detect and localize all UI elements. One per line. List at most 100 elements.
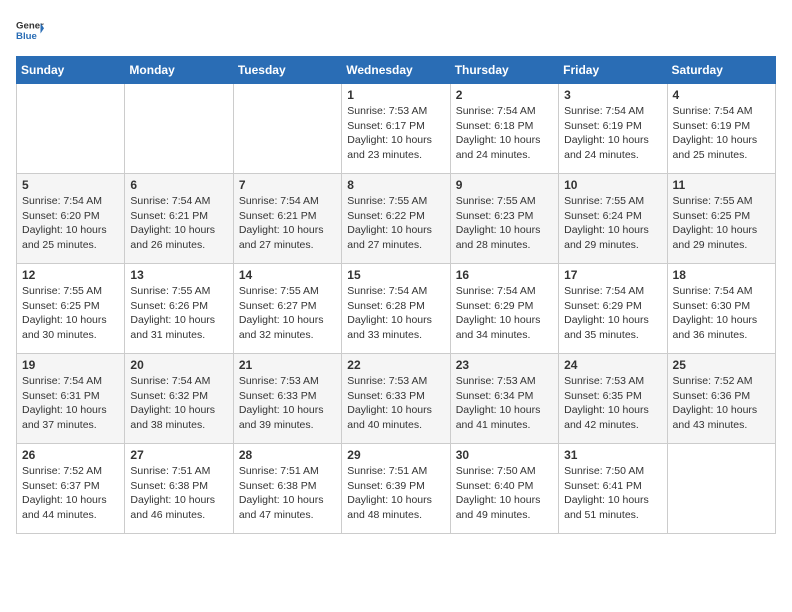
- day-info: Sunrise: 7:54 AMSunset: 6:18 PMDaylight:…: [456, 104, 553, 163]
- day-number: 4: [673, 88, 770, 102]
- day-info: Sunrise: 7:54 AMSunset: 6:21 PMDaylight:…: [239, 194, 336, 253]
- day-number: 6: [130, 178, 227, 192]
- svg-text:Blue: Blue: [16, 31, 37, 42]
- day-cell: 24Sunrise: 7:53 AMSunset: 6:35 PMDayligh…: [559, 354, 667, 444]
- day-cell: [233, 84, 341, 174]
- day-number: 17: [564, 268, 661, 282]
- day-info: Sunrise: 7:51 AMSunset: 6:38 PMDaylight:…: [239, 464, 336, 523]
- day-number: 22: [347, 358, 444, 372]
- svg-text:General: General: [16, 20, 44, 31]
- day-cell: 31 Sunrise: 7:50 AMSunset: 6:41 PMDayligh…: [559, 444, 667, 534]
- day-number: 16: [456, 268, 553, 282]
- day-number: 3: [564, 88, 661, 102]
- week-row-1: 1Sunrise: 7:53 AMSunset: 6:17 PMDaylight…: [17, 84, 776, 174]
- day-info: Sunrise: 7:53 AMSunset: 6:33 PMDaylight:…: [347, 374, 444, 433]
- day-info: Sunrise: 7:54 AMSunset: 6:19 PMDaylight:…: [673, 104, 770, 163]
- day-number: 23: [456, 358, 553, 372]
- day-info: Sunrise: 7:51 AMSunset: 6:39 PMDaylight:…: [347, 464, 444, 523]
- day-number: 5: [22, 178, 119, 192]
- day-cell: 22 Sunrise: 7:53 AMSunset: 6:33 PMDayligh…: [342, 354, 450, 444]
- day-number: 19: [22, 358, 119, 372]
- day-info: Sunrise: 7:55 AMSunset: 6:25 PMDaylight:…: [22, 284, 119, 343]
- day-cell: 11 Sunrise: 7:55 AMSunset: 6:25 PMDayligh…: [667, 174, 775, 264]
- day-info: Sunrise: 7:54 AMSunset: 6:29 PMDaylight:…: [456, 284, 553, 343]
- week-row-2: 5 Sunrise: 7:54 AMSunset: 6:20 PMDaylight…: [17, 174, 776, 264]
- header-cell-friday: Friday: [559, 57, 667, 84]
- day-info: Sunrise: 7:55 AMSunset: 6:27 PMDaylight:…: [239, 284, 336, 343]
- day-cell: 28Sunrise: 7:51 AMSunset: 6:38 PMDayligh…: [233, 444, 341, 534]
- day-cell: 25 Sunrise: 7:52 AMSunset: 6:36 PMDayligh…: [667, 354, 775, 444]
- day-info: Sunrise: 7:54 AMSunset: 6:28 PMDaylight:…: [347, 284, 444, 343]
- logo: General Blue: [16, 16, 44, 44]
- day-info: Sunrise: 7:54 AMSunset: 6:19 PMDaylight:…: [564, 104, 661, 163]
- day-number: 21: [239, 358, 336, 372]
- calendar-table: SundayMondayTuesdayWednesdayThursdayFrid…: [16, 56, 776, 534]
- week-row-3: 12 Sunrise: 7:55 AMSunset: 6:25 PMDayligh…: [17, 264, 776, 354]
- header-row: SundayMondayTuesdayWednesdayThursdayFrid…: [17, 57, 776, 84]
- day-number: 15: [347, 268, 444, 282]
- day-number: 31: [564, 448, 661, 462]
- day-info: Sunrise: 7:52 AMSunset: 6:36 PMDaylight:…: [673, 374, 770, 433]
- day-cell: [17, 84, 125, 174]
- day-number: 1: [347, 88, 444, 102]
- day-number: 27: [130, 448, 227, 462]
- day-cell: 29Sunrise: 7:51 AMSunset: 6:39 PMDayligh…: [342, 444, 450, 534]
- day-number: 14: [239, 268, 336, 282]
- day-cell: 16 Sunrise: 7:54 AMSunset: 6:29 PMDayligh…: [450, 264, 558, 354]
- day-cell: 3 Sunrise: 7:54 AMSunset: 6:19 PMDaylight…: [559, 84, 667, 174]
- day-cell: 2 Sunrise: 7:54 AMSunset: 6:18 PMDaylight…: [450, 84, 558, 174]
- day-cell: 20 Sunrise: 7:54 AMSunset: 6:32 PMDayligh…: [125, 354, 233, 444]
- header-cell-saturday: Saturday: [667, 57, 775, 84]
- week-row-4: 19 Sunrise: 7:54 AMSunset: 6:31 PMDayligh…: [17, 354, 776, 444]
- day-info: Sunrise: 7:54 AMSunset: 6:20 PMDaylight:…: [22, 194, 119, 253]
- day-info: Sunrise: 7:55 AMSunset: 6:23 PMDaylight:…: [456, 194, 553, 253]
- day-number: 12: [22, 268, 119, 282]
- day-info: Sunrise: 7:55 AMSunset: 6:25 PMDaylight:…: [673, 194, 770, 253]
- day-cell: 6 Sunrise: 7:54 AMSunset: 6:21 PMDaylight…: [125, 174, 233, 264]
- day-number: 10: [564, 178, 661, 192]
- day-cell: 23 Sunrise: 7:53 AMSunset: 6:34 PMDayligh…: [450, 354, 558, 444]
- day-cell: 13Sunrise: 7:55 AMSunset: 6:26 PMDayligh…: [125, 264, 233, 354]
- day-cell: 21 Sunrise: 7:53 AMSunset: 6:33 PMDayligh…: [233, 354, 341, 444]
- day-number: 26: [22, 448, 119, 462]
- day-info: Sunrise: 7:53 AMSunset: 6:35 PMDaylight:…: [564, 374, 661, 433]
- day-number: 30: [456, 448, 553, 462]
- logo-icon: General Blue: [16, 16, 44, 44]
- day-number: 20: [130, 358, 227, 372]
- day-cell: 5 Sunrise: 7:54 AMSunset: 6:20 PMDaylight…: [17, 174, 125, 264]
- day-info: Sunrise: 7:50 AMSunset: 6:40 PMDaylight:…: [456, 464, 553, 523]
- day-cell: 30 Sunrise: 7:50 AMSunset: 6:40 PMDayligh…: [450, 444, 558, 534]
- day-number: 7: [239, 178, 336, 192]
- header-cell-monday: Monday: [125, 57, 233, 84]
- day-number: 18: [673, 268, 770, 282]
- day-cell: 8 Sunrise: 7:55 AMSunset: 6:22 PMDaylight…: [342, 174, 450, 264]
- day-number: 13: [130, 268, 227, 282]
- day-cell: 10 Sunrise: 7:55 AMSunset: 6:24 PMDayligh…: [559, 174, 667, 264]
- day-info: Sunrise: 7:50 AMSunset: 6:41 PMDaylight:…: [564, 464, 661, 523]
- day-cell: 12 Sunrise: 7:55 AMSunset: 6:25 PMDayligh…: [17, 264, 125, 354]
- day-info: Sunrise: 7:54 AMSunset: 6:29 PMDaylight:…: [564, 284, 661, 343]
- week-row-5: 26 Sunrise: 7:52 AMSunset: 6:37 PMDayligh…: [17, 444, 776, 534]
- day-info: Sunrise: 7:54 AMSunset: 6:31 PMDaylight:…: [22, 374, 119, 433]
- day-number: 9: [456, 178, 553, 192]
- day-info: Sunrise: 7:55 AMSunset: 6:22 PMDaylight:…: [347, 194, 444, 253]
- header-cell-wednesday: Wednesday: [342, 57, 450, 84]
- day-info: Sunrise: 7:51 AMSunset: 6:38 PMDaylight:…: [130, 464, 227, 523]
- day-cell: 1Sunrise: 7:53 AMSunset: 6:17 PMDaylight…: [342, 84, 450, 174]
- day-cell: [125, 84, 233, 174]
- day-number: 11: [673, 178, 770, 192]
- day-info: Sunrise: 7:53 AMSunset: 6:34 PMDaylight:…: [456, 374, 553, 433]
- day-number: 25: [673, 358, 770, 372]
- day-cell: 9 Sunrise: 7:55 AMSunset: 6:23 PMDaylight…: [450, 174, 558, 264]
- header-cell-sunday: Sunday: [17, 57, 125, 84]
- day-number: 8: [347, 178, 444, 192]
- day-info: Sunrise: 7:54 AMSunset: 6:21 PMDaylight:…: [130, 194, 227, 253]
- day-info: Sunrise: 7:55 AMSunset: 6:24 PMDaylight:…: [564, 194, 661, 253]
- day-info: Sunrise: 7:52 AMSunset: 6:37 PMDaylight:…: [22, 464, 119, 523]
- day-info: Sunrise: 7:54 AMSunset: 6:32 PMDaylight:…: [130, 374, 227, 433]
- day-cell: 26 Sunrise: 7:52 AMSunset: 6:37 PMDayligh…: [17, 444, 125, 534]
- day-number: 2: [456, 88, 553, 102]
- day-cell: 15 Sunrise: 7:54 AMSunset: 6:28 PMDayligh…: [342, 264, 450, 354]
- day-info: Sunrise: 7:53 AMSunset: 6:33 PMDaylight:…: [239, 374, 336, 433]
- day-cell: 14 Sunrise: 7:55 AMSunset: 6:27 PMDayligh…: [233, 264, 341, 354]
